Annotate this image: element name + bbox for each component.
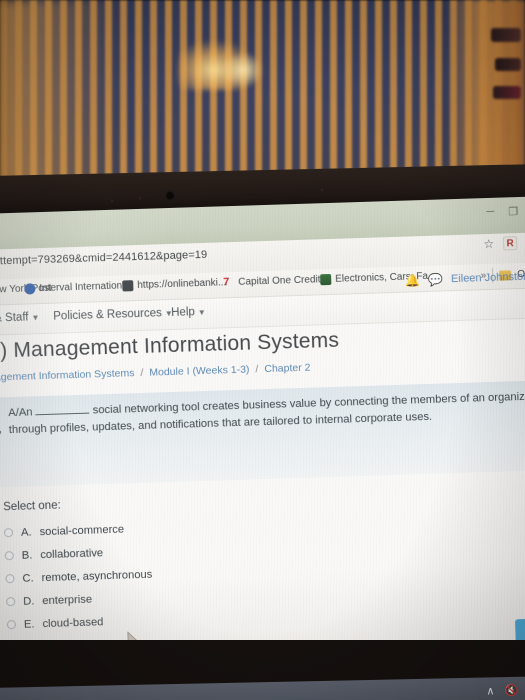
- question-left-mark: ,: [0, 423, 3, 436]
- wine-bottle: [491, 28, 521, 42]
- bezel-speck: [320, 188, 324, 192]
- bezel-speck: [110, 199, 114, 203]
- nav-item-label: y & Staff: [0, 311, 29, 325]
- capital-one-swoosh-icon: 7: [223, 276, 230, 289]
- radio-button[interactable]: [4, 551, 14, 561]
- question-blank: [35, 412, 90, 416]
- question-card: , A/An social networking tool creates bu…: [0, 379, 525, 488]
- answer-option-text: remote, asynchronous: [41, 568, 153, 584]
- bell-icon[interactable]: 🔔: [405, 273, 420, 287]
- radio-button[interactable]: [6, 597, 16, 607]
- bookmark-item[interactable]: https://onlinebanki...: [122, 277, 227, 292]
- answer-option-key: A.: [20, 525, 32, 539]
- bookmark-item[interactable]: 7 Capital One Credit...: [223, 274, 329, 288]
- omnibox-actions: ☆ R: [483, 234, 525, 251]
- minimize-button[interactable]: ─: [486, 206, 494, 218]
- answer-option-key: D.: [22, 594, 35, 608]
- breadcrumb-item-current[interactable]: Chapter 2: [264, 362, 310, 375]
- wine-bottle: [493, 86, 521, 99]
- user-menu-zone: 🔔 💬 Eileen Johnston: [405, 266, 525, 290]
- nav-item-policies-resources[interactable]: Policies & Resources ▼: [53, 307, 173, 323]
- radio-button[interactable]: [6, 620, 17, 630]
- nav-item-staff[interactable]: y & Staff▼: [0, 311, 40, 325]
- breadcrumb: nagement Information Systems / Module I …: [0, 362, 311, 384]
- question-line3: corporate uses.: [354, 410, 433, 426]
- bezel-speck: [138, 196, 142, 200]
- speaker-muted-icon[interactable]: 🔇: [504, 684, 518, 697]
- answer-option-text: enterprise: [42, 593, 93, 607]
- answer-options-list: A. social-commerce B. collaborative C. r…: [3, 511, 337, 636]
- page-content: 0) Management Information Systems nageme…: [0, 317, 525, 684]
- webcam-icon: [166, 192, 174, 200]
- question-stem-before: A/An: [8, 406, 33, 420]
- breadcrumb-item[interactable]: nagement Information Systems: [0, 367, 135, 384]
- bookmark-label: Interval Internation...: [39, 280, 131, 295]
- breadcrumb-separator: /: [140, 366, 144, 379]
- photo-of-laptop-screen: ─ ❐ ?attempt=793269&cmid=2441612&page=19…: [0, 0, 525, 700]
- answer-option-key: E.: [23, 617, 35, 631]
- ebay-bag-icon: [320, 273, 332, 286]
- question-stem: A/An social networking tool creates busi…: [8, 388, 525, 439]
- bookmark-star-icon[interactable]: ☆: [483, 236, 494, 250]
- laptop-screen: ─ ❐ ?attempt=793269&cmid=2441612&page=19…: [0, 195, 525, 684]
- nav-item-label: Help: [171, 306, 196, 319]
- breadcrumb-item[interactable]: Module I (Weeks 1-3): [149, 364, 250, 379]
- bookmark-label: Capital One Credit...: [238, 274, 330, 288]
- wine-bottle: [495, 58, 521, 71]
- system-tray: ∧ 🔇 🔋 📶: [486, 683, 525, 698]
- nav-item-help[interactable]: Help ▼: [171, 306, 206, 319]
- show-hidden-icons-icon[interactable]: ∧: [486, 684, 494, 697]
- maximize-button[interactable]: ❐: [508, 205, 518, 218]
- extension-r-icon[interactable]: R: [502, 235, 518, 251]
- bookmark-item[interactable]: Interval Internation...: [24, 280, 131, 295]
- bookmark-label: https://onlinebanki...: [137, 277, 227, 292]
- page-title: 0) Management Information Systems: [0, 328, 340, 363]
- chevron-down-icon: ▼: [197, 307, 206, 318]
- answer-option-text: social-commerce: [39, 523, 125, 538]
- breadcrumb-separator: /: [255, 363, 259, 376]
- answer-option-key: B.: [21, 548, 33, 562]
- answer-option-key: C.: [22, 571, 34, 585]
- radio-button[interactable]: [3, 528, 14, 538]
- address-bar-url[interactable]: ?attempt=793269&cmid=2441612&page=19: [0, 249, 207, 268]
- ceiling-lamp-glow-secondary: [222, 52, 264, 88]
- answer-option-text: collaborative: [40, 546, 104, 561]
- nav-item-label: Policies & Resources: [53, 307, 163, 323]
- bank-icon: [122, 280, 134, 292]
- chat-bubble-icon[interactable]: 💬: [428, 272, 443, 286]
- chevron-down-icon: ▼: [31, 313, 40, 323]
- radio-button[interactable]: [5, 574, 15, 584]
- select-one-prompt: Select one:: [3, 499, 61, 514]
- warm-light-left: [0, 0, 120, 190]
- question-line2: updates, and notifications that are tail…: [91, 413, 353, 434]
- answer-option-text: cloud-based: [42, 615, 104, 630]
- user-name-label[interactable]: Eileen Johnston: [451, 270, 525, 284]
- blue-dot-icon: [24, 283, 36, 295]
